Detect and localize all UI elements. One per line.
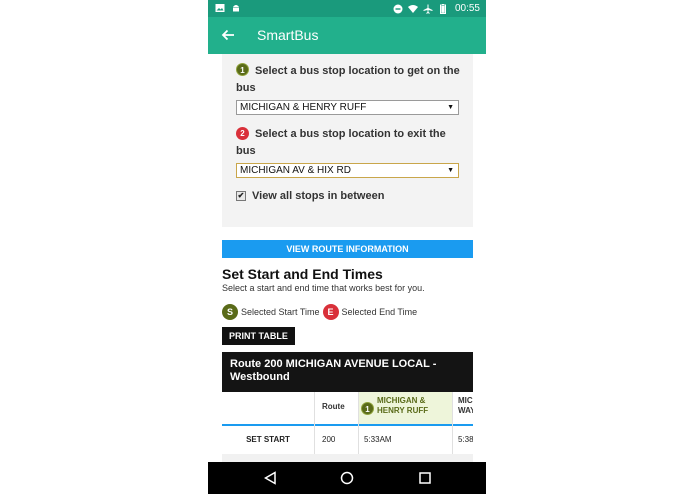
legend-end-label: Selected End Time [341, 307, 418, 317]
start-marker-icon: S [222, 304, 238, 320]
table-header-blank [222, 392, 314, 424]
times-heading: Set Start and End Times [222, 266, 383, 282]
step-one-badge: 1 [236, 63, 249, 76]
table-header-next-stop: MIC WAY [458, 396, 473, 415]
image-icon [215, 4, 225, 12]
clock-text: 00:55 [454, 3, 480, 14]
navigation-bar [208, 462, 486, 494]
exit-text: Select a bus stop location to exit the b… [236, 128, 446, 157]
airplane-icon [423, 4, 433, 14]
schedule-table[interactable]: Route 1 MICHIGAN & HENRY RUFF MIC WAY SE… [222, 392, 473, 462]
route-header: Route 200 MICHIGAN AVENUE LOCAL - Westbo… [222, 352, 473, 392]
column-divider [452, 392, 453, 462]
dropdown-arrow-icon: ▼ [447, 104, 454, 111]
column-divider [358, 392, 359, 462]
times-subtitle: Select a start and end time that works b… [222, 283, 425, 293]
phone-screen: 00:55 SmartBus 1 Select a bus stop locati… [208, 0, 486, 494]
dnd-icon [393, 4, 403, 13]
exit-select[interactable]: MICHIGAN AV & HIX RD ▼ [236, 163, 459, 178]
dropdown-arrow-icon: ▼ [447, 167, 454, 174]
legend-start-label: Selected Start Time [241, 307, 320, 317]
checkbox-checked-icon[interactable]: ✔ [236, 191, 246, 201]
wifi-icon [407, 4, 418, 13]
stop-name-label: MICHIGAN & HENRY RUFF [377, 396, 429, 415]
set-start-cell[interactable]: SET START [222, 426, 314, 454]
time-cell[interactable]: 5:38 [458, 426, 473, 454]
nav-recent-apps-icon[interactable] [419, 472, 431, 484]
view-route-information-button[interactable]: VIEW ROUTE INFORMATION [222, 240, 473, 258]
get-on-label: 1 Select a bus stop location to get on th… [236, 63, 464, 97]
get-on-value: MICHIGAN & HENRY RUFF [240, 102, 367, 113]
android-icon [233, 5, 239, 12]
content-area[interactable]: 1 Select a bus stop location to get on th… [208, 54, 486, 462]
back-arrow-icon[interactable] [220, 27, 236, 43]
app-bar: SmartBus [208, 17, 486, 54]
exit-label: 2 Select a bus stop location to exit the … [236, 126, 464, 160]
route-cell: 200 [322, 435, 336, 444]
status-bar: 00:55 [208, 0, 486, 17]
time-legend: S Selected Start Time E Selected End Tim… [222, 304, 417, 320]
exit-value: MICHIGAN AV & HIX RD [240, 165, 351, 176]
stop-one-badge: 1 [361, 402, 374, 415]
time-cell[interactable]: 5:33AM [364, 426, 452, 454]
table-row [222, 454, 473, 462]
nav-back-icon[interactable] [263, 471, 277, 485]
stops-panel: 1 Select a bus stop location to get on th… [222, 54, 473, 227]
app-title: SmartBus [257, 27, 319, 43]
get-on-text: Select a bus stop location to get on the… [236, 65, 460, 94]
print-table-button[interactable]: PRINT TABLE [222, 327, 295, 345]
column-divider [314, 392, 315, 462]
get-on-select[interactable]: MICHIGAN & HENRY RUFF ▼ [236, 100, 459, 115]
view-all-stops-label: View all stops in between [252, 190, 385, 202]
nav-home-icon[interactable] [340, 471, 354, 485]
view-all-stops-option[interactable]: ✔ View all stops in between [236, 190, 384, 202]
battery-icon [439, 3, 446, 14]
step-two-badge: 2 [236, 127, 249, 140]
table-header-stop[interactable]: 1 MICHIGAN & HENRY RUFF [358, 392, 452, 424]
table-header-route: Route [322, 402, 345, 411]
end-marker-icon: E [322, 304, 339, 320]
